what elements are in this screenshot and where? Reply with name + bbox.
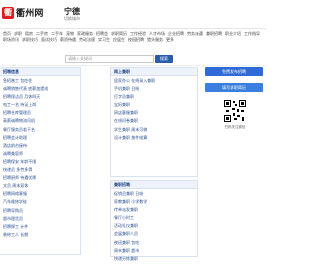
list-item[interactable]: 活动礼仪兼职	[114, 222, 194, 230]
post-job-button[interactable]: 免费发布招聘	[205, 67, 263, 76]
category-link[interactable]: 宠物	[66, 31, 74, 36]
category-link[interactable]: 猎头服务	[147, 37, 163, 42]
list-item[interactable]: 周末兼职 超市	[114, 247, 194, 255]
category-link[interactable]: 家政服务	[77, 31, 93, 36]
category-link[interactable]: 求职简历	[111, 31, 127, 36]
category-link[interactable]: 企业招聘	[168, 31, 184, 36]
logo-mark: 衢	[2, 6, 14, 19]
qr-code-icon	[223, 99, 247, 123]
category-link[interactable]: 求职	[14, 31, 22, 36]
qr-label: 扫码关注微信	[224, 125, 246, 129]
job-list: 急招普工 包吃住 诚聘销售代表 底薪加提成 招聘保洁员 月休四天 电工一名 持证上岗招…	[0, 76, 80, 240]
list-item[interactable]: 汽车维修学徒	[3, 198, 77, 206]
category-link[interactable]: 首页	[3, 31, 11, 36]
list-item[interactable]: 快递分拣兼职	[114, 255, 194, 263]
switch-city-link[interactable]: 切换城市	[64, 16, 80, 22]
section-divider	[0, 65, 266, 66]
online-parttime-panel: 网上兼职 居家办公 在线录入兼职 手机兼职 日结 打字员兼职 宝妈兼职 网店客服兼职 在线…	[110, 67, 198, 177]
parttime-list: 促销员兼职 日结 家教兼职 小学数学 传单派发兼职 餐厅小时工 活动礼仪兼职 会展兼职人员…	[111, 189, 197, 264]
list-item[interactable]: 招聘导购员	[3, 207, 77, 215]
job-list-panel: 招聘信息 急招普工 包吃住 诚聘销售代表 底薪加提成 招聘保洁员 月休四天 电工一名 …	[0, 67, 81, 255]
header-divider	[0, 28, 266, 29]
list-item[interactable]: 高薪诚聘物流司机	[3, 117, 77, 125]
list-item[interactable]: 酒店前台接待	[3, 142, 77, 150]
list-item[interactable]: 急招普工 包吃住	[3, 77, 77, 85]
search-bar: 请输入关键词 搜索	[3, 54, 263, 64]
logo-text: 衢州网	[16, 9, 44, 19]
category-link[interactable]: 劳动法规	[79, 37, 95, 42]
list-item[interactable]: 打字员兼职	[114, 93, 194, 101]
category-link[interactable]: 校园招聘	[128, 37, 144, 42]
category-link[interactable]: 人才市场	[149, 31, 165, 36]
list-item[interactable]: 居家办公 在线录入兼职	[114, 77, 194, 85]
category-link[interactable]: 招聘会	[96, 31, 108, 36]
list-item[interactable]: 手机兼职 日结	[114, 85, 194, 93]
list-item[interactable]: 招聘网络客服	[3, 190, 77, 198]
list-item[interactable]: 诚聘美容师	[3, 150, 77, 158]
list-item[interactable]: 促销员兼职 日结	[114, 190, 194, 198]
list-item[interactable]: 招聘焊工 计件	[3, 223, 77, 231]
list-item[interactable]: 会展兼职人员	[114, 230, 194, 238]
list-item[interactable]: 宝妈兼职	[114, 101, 194, 109]
category-link[interactable]: 求职技巧	[22, 37, 38, 42]
parttime-panel: 兼职招聘 促销员兼职 日结 家教兼职 小学数学 传单派发兼职 餐厅小时工 活动礼仪兼职会…	[110, 180, 198, 261]
panel-title: 网上兼职	[111, 68, 197, 76]
list-item[interactable]: 文员 周末双休	[3, 182, 77, 190]
list-item[interactable]: 快递员 多劳多得	[3, 166, 77, 174]
list-item[interactable]: 电工一名 持证上岗	[3, 101, 77, 109]
list-item[interactable]: 学生兼职 周末可做	[114, 126, 194, 134]
search-button[interactable]: 搜索	[155, 55, 173, 63]
list-item[interactable]: 招聘会计助理	[3, 134, 77, 142]
category-link[interactable]: 薪资待遇	[60, 37, 76, 42]
category-link[interactable]: 更多	[166, 37, 174, 42]
category-link[interactable]: 职场资讯	[3, 37, 19, 42]
category-link[interactable]: 工作经验	[130, 31, 146, 36]
list-item[interactable]: 在线问卷兼职	[114, 117, 194, 125]
list-item[interactable]: 餐厅服务员若干名	[3, 126, 77, 134]
search-input[interactable]: 请输入关键词	[65, 55, 154, 63]
list-item[interactable]: 诚聘销售代表 底薪加提成	[3, 85, 77, 93]
list-item[interactable]: 招聘仓库管理员	[3, 109, 77, 117]
category-link[interactable]: 二手车	[51, 31, 63, 36]
panel-title: 兼职招聘	[111, 181, 197, 189]
fill-resume-button[interactable]: 填写求职简历	[205, 83, 263, 92]
site-logo[interactable]: 衢 衢州网	[2, 6, 44, 19]
category-link[interactable]: 职业介绍	[225, 31, 241, 36]
list-item[interactable]: 招聘厨师 待遇优厚	[3, 174, 77, 182]
list-item[interactable]: 网店客服兼职	[114, 109, 194, 117]
panel-title: 招聘信息	[0, 68, 80, 76]
list-item[interactable]: 餐厅小时工	[114, 214, 194, 222]
category-link[interactable]: 租房	[25, 31, 33, 36]
category-link[interactable]: 二手房	[36, 31, 48, 36]
category-link[interactable]: 工作指导	[244, 31, 260, 36]
list-item[interactable]: 家教兼职 小学数学	[114, 198, 194, 206]
list-item[interactable]: 招聘保安 年龄不限	[3, 158, 77, 166]
list-item[interactable]: 传单派发兼职	[114, 206, 194, 214]
list-item[interactable]: 设计兼职 按件结算	[114, 134, 194, 142]
category-link[interactable]: 兼职招聘	[206, 31, 222, 36]
list-item[interactable]: 夜班兼职 包吃	[114, 239, 194, 247]
category-link[interactable]: 面试技巧	[41, 37, 57, 42]
qr-code	[223, 99, 247, 123]
category-link[interactable]: 实习生	[98, 37, 110, 42]
site-header: 衢 衢州网 宁德 切换城市	[0, 0, 266, 30]
list-item[interactable]: 招聘保洁员 月休四天	[3, 93, 77, 101]
list-item[interactable]: 装修工人 长期	[3, 231, 77, 239]
side-actions: 免费发布招聘 填写求职简历 扫码关注微信	[205, 67, 265, 187]
list-item[interactable]: 超市理货员	[3, 215, 77, 223]
category-link[interactable]: 劳务派遣	[187, 31, 203, 36]
category-link[interactable]: 应届生	[113, 37, 125, 42]
online-parttime-list: 居家办公 在线录入兼职 手机兼职 日结 打字员兼职 宝妈兼职 网店客服兼职 在线问卷兼职学…	[111, 76, 197, 143]
category-links: 首页 求职 租房 二手房 二手车 宠物 家政服务 招聘会 求职简历 工作经验 人才市场 企业招聘 劳务派…	[3, 31, 263, 43]
